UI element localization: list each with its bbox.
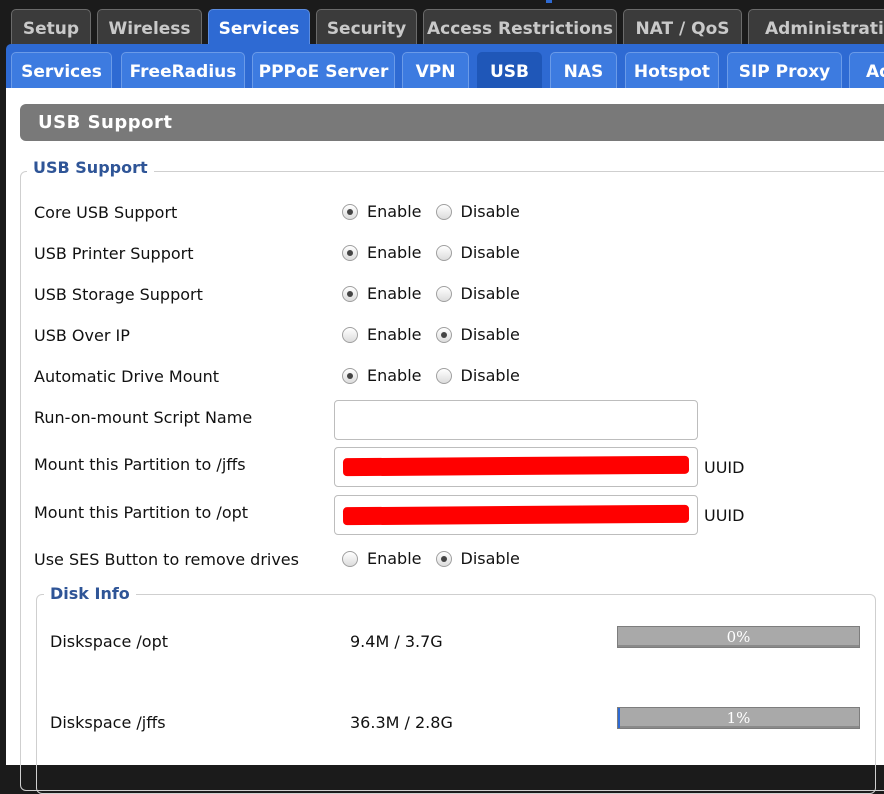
top-navigation: Setup Wireless Services Security Access … <box>0 0 884 46</box>
disk-info-fieldset <box>36 594 876 794</box>
tab-wireless[interactable]: Wireless <box>97 9 202 46</box>
subtab-services[interactable]: Services <box>11 52 112 90</box>
radio-label-enable: Enable <box>367 243 422 262</box>
subtab-adblock[interactable]: Adblock <box>849 52 884 90</box>
tab-nat-qos[interactable]: NAT / QoS <box>623 9 742 46</box>
diskspace-jffs-usage: 36.3M / 2.8G <box>350 713 453 732</box>
usb-over-ip-label: USB Over IP <box>34 326 130 345</box>
radio-label-enable: Enable <box>367 202 422 221</box>
tab-setup[interactable]: Setup <box>11 9 91 46</box>
subtab-pppoe-server[interactable]: PPPoE Server <box>252 52 395 90</box>
progress-text: 1% <box>726 709 751 727</box>
subtab-freeradius[interactable]: FreeRadius <box>121 52 245 90</box>
redaction-mark <box>342 504 690 526</box>
core-usb-enable-radio[interactable] <box>342 203 358 220</box>
diskspace-opt-progress-bar: 0% <box>617 626 860 648</box>
redaction-mark <box>342 455 690 477</box>
tab-security[interactable]: Security <box>316 9 417 46</box>
opt-partition-label: Mount this Partition to /opt <box>34 503 249 522</box>
usb-storage-label: USB Storage Support <box>34 285 203 304</box>
diskspace-jffs-label: Diskspace /jffs <box>50 713 166 732</box>
sub-navigation: Services FreeRadius PPPoE Server VPN USB… <box>6 44 884 90</box>
usb-support-legend: USB Support <box>27 158 154 178</box>
usb-over-ip-enable-radio[interactable] <box>342 326 358 343</box>
usb-printer-enable-radio[interactable] <box>342 244 358 261</box>
ses-button-disable-radio[interactable] <box>435 550 452 567</box>
ses-button-radio-group: Enable Disable <box>342 549 534 568</box>
subtab-hotspot[interactable]: Hotspot <box>625 52 719 90</box>
radio-label-disable: Disable <box>460 366 520 385</box>
subtab-vpn[interactable]: VPN <box>402 52 469 90</box>
subtab-nas[interactable]: NAS <box>550 52 617 90</box>
opt-partition-input[interactable] <box>334 495 698 535</box>
tab-administration[interactable]: Administration <box>748 9 884 46</box>
diskspace-opt-label: Diskspace /opt <box>50 632 168 651</box>
usb-over-ip-disable-radio[interactable] <box>435 326 452 343</box>
usb-storage-enable-radio[interactable] <box>342 285 358 302</box>
main-content: USB Support USB Support Core USB Support… <box>6 88 884 794</box>
auto-mount-enable-radio[interactable] <box>342 367 358 384</box>
jffs-uuid-label: UUID <box>704 458 745 477</box>
auto-mount-radio-group: Enable Disable <box>342 366 534 385</box>
diskspace-jffs-progress-bar: 1% <box>617 707 860 729</box>
accent-mark <box>546 0 552 3</box>
ses-button-label: Use SES Button to remove drives <box>34 550 299 569</box>
progress-text: 0% <box>726 628 751 646</box>
opt-uuid-label: UUID <box>704 506 745 525</box>
radio-label-disable: Disable <box>460 202 520 221</box>
radio-label-enable: Enable <box>367 549 422 568</box>
subtab-sip-proxy[interactable]: SIP Proxy <box>727 52 842 90</box>
script-name-input[interactable] <box>334 400 698 440</box>
tab-services[interactable]: Services <box>208 9 310 46</box>
disk-info-legend: Disk Info <box>44 584 136 604</box>
radio-label-disable: Disable <box>460 284 520 303</box>
auto-mount-disable-radio[interactable] <box>435 367 452 384</box>
jffs-partition-input[interactable] <box>334 447 698 487</box>
section-header: USB Support <box>20 104 884 141</box>
core-usb-label: Core USB Support <box>34 203 178 222</box>
radio-label-disable: Disable <box>460 325 520 344</box>
core-usb-disable-radio[interactable] <box>435 203 452 220</box>
radio-label-enable: Enable <box>367 284 422 303</box>
radio-label-disable: Disable <box>460 549 520 568</box>
radio-label-disable: Disable <box>460 243 520 262</box>
ses-button-enable-radio[interactable] <box>342 550 358 567</box>
usb-printer-disable-radio[interactable] <box>435 244 452 261</box>
usb-over-ip-radio-group: Enable Disable <box>342 325 534 344</box>
radio-label-enable: Enable <box>367 325 422 344</box>
auto-mount-label: Automatic Drive Mount <box>34 367 220 386</box>
jffs-partition-label: Mount this Partition to /jffs <box>34 455 246 474</box>
usb-storage-radio-group: Enable Disable <box>342 284 534 303</box>
script-name-label: Run-on-mount Script Name <box>34 408 253 427</box>
usb-storage-disable-radio[interactable] <box>435 285 452 302</box>
usb-printer-label: USB Printer Support <box>34 244 194 263</box>
diskspace-opt-usage: 9.4M / 3.7G <box>350 632 443 651</box>
subtab-usb[interactable]: USB <box>477 52 542 90</box>
tab-access-restrictions[interactable]: Access Restrictions <box>423 9 617 46</box>
usb-printer-radio-group: Enable Disable <box>342 243 534 262</box>
radio-label-enable: Enable <box>367 366 422 385</box>
core-usb-radio-group: Enable Disable <box>342 202 534 221</box>
